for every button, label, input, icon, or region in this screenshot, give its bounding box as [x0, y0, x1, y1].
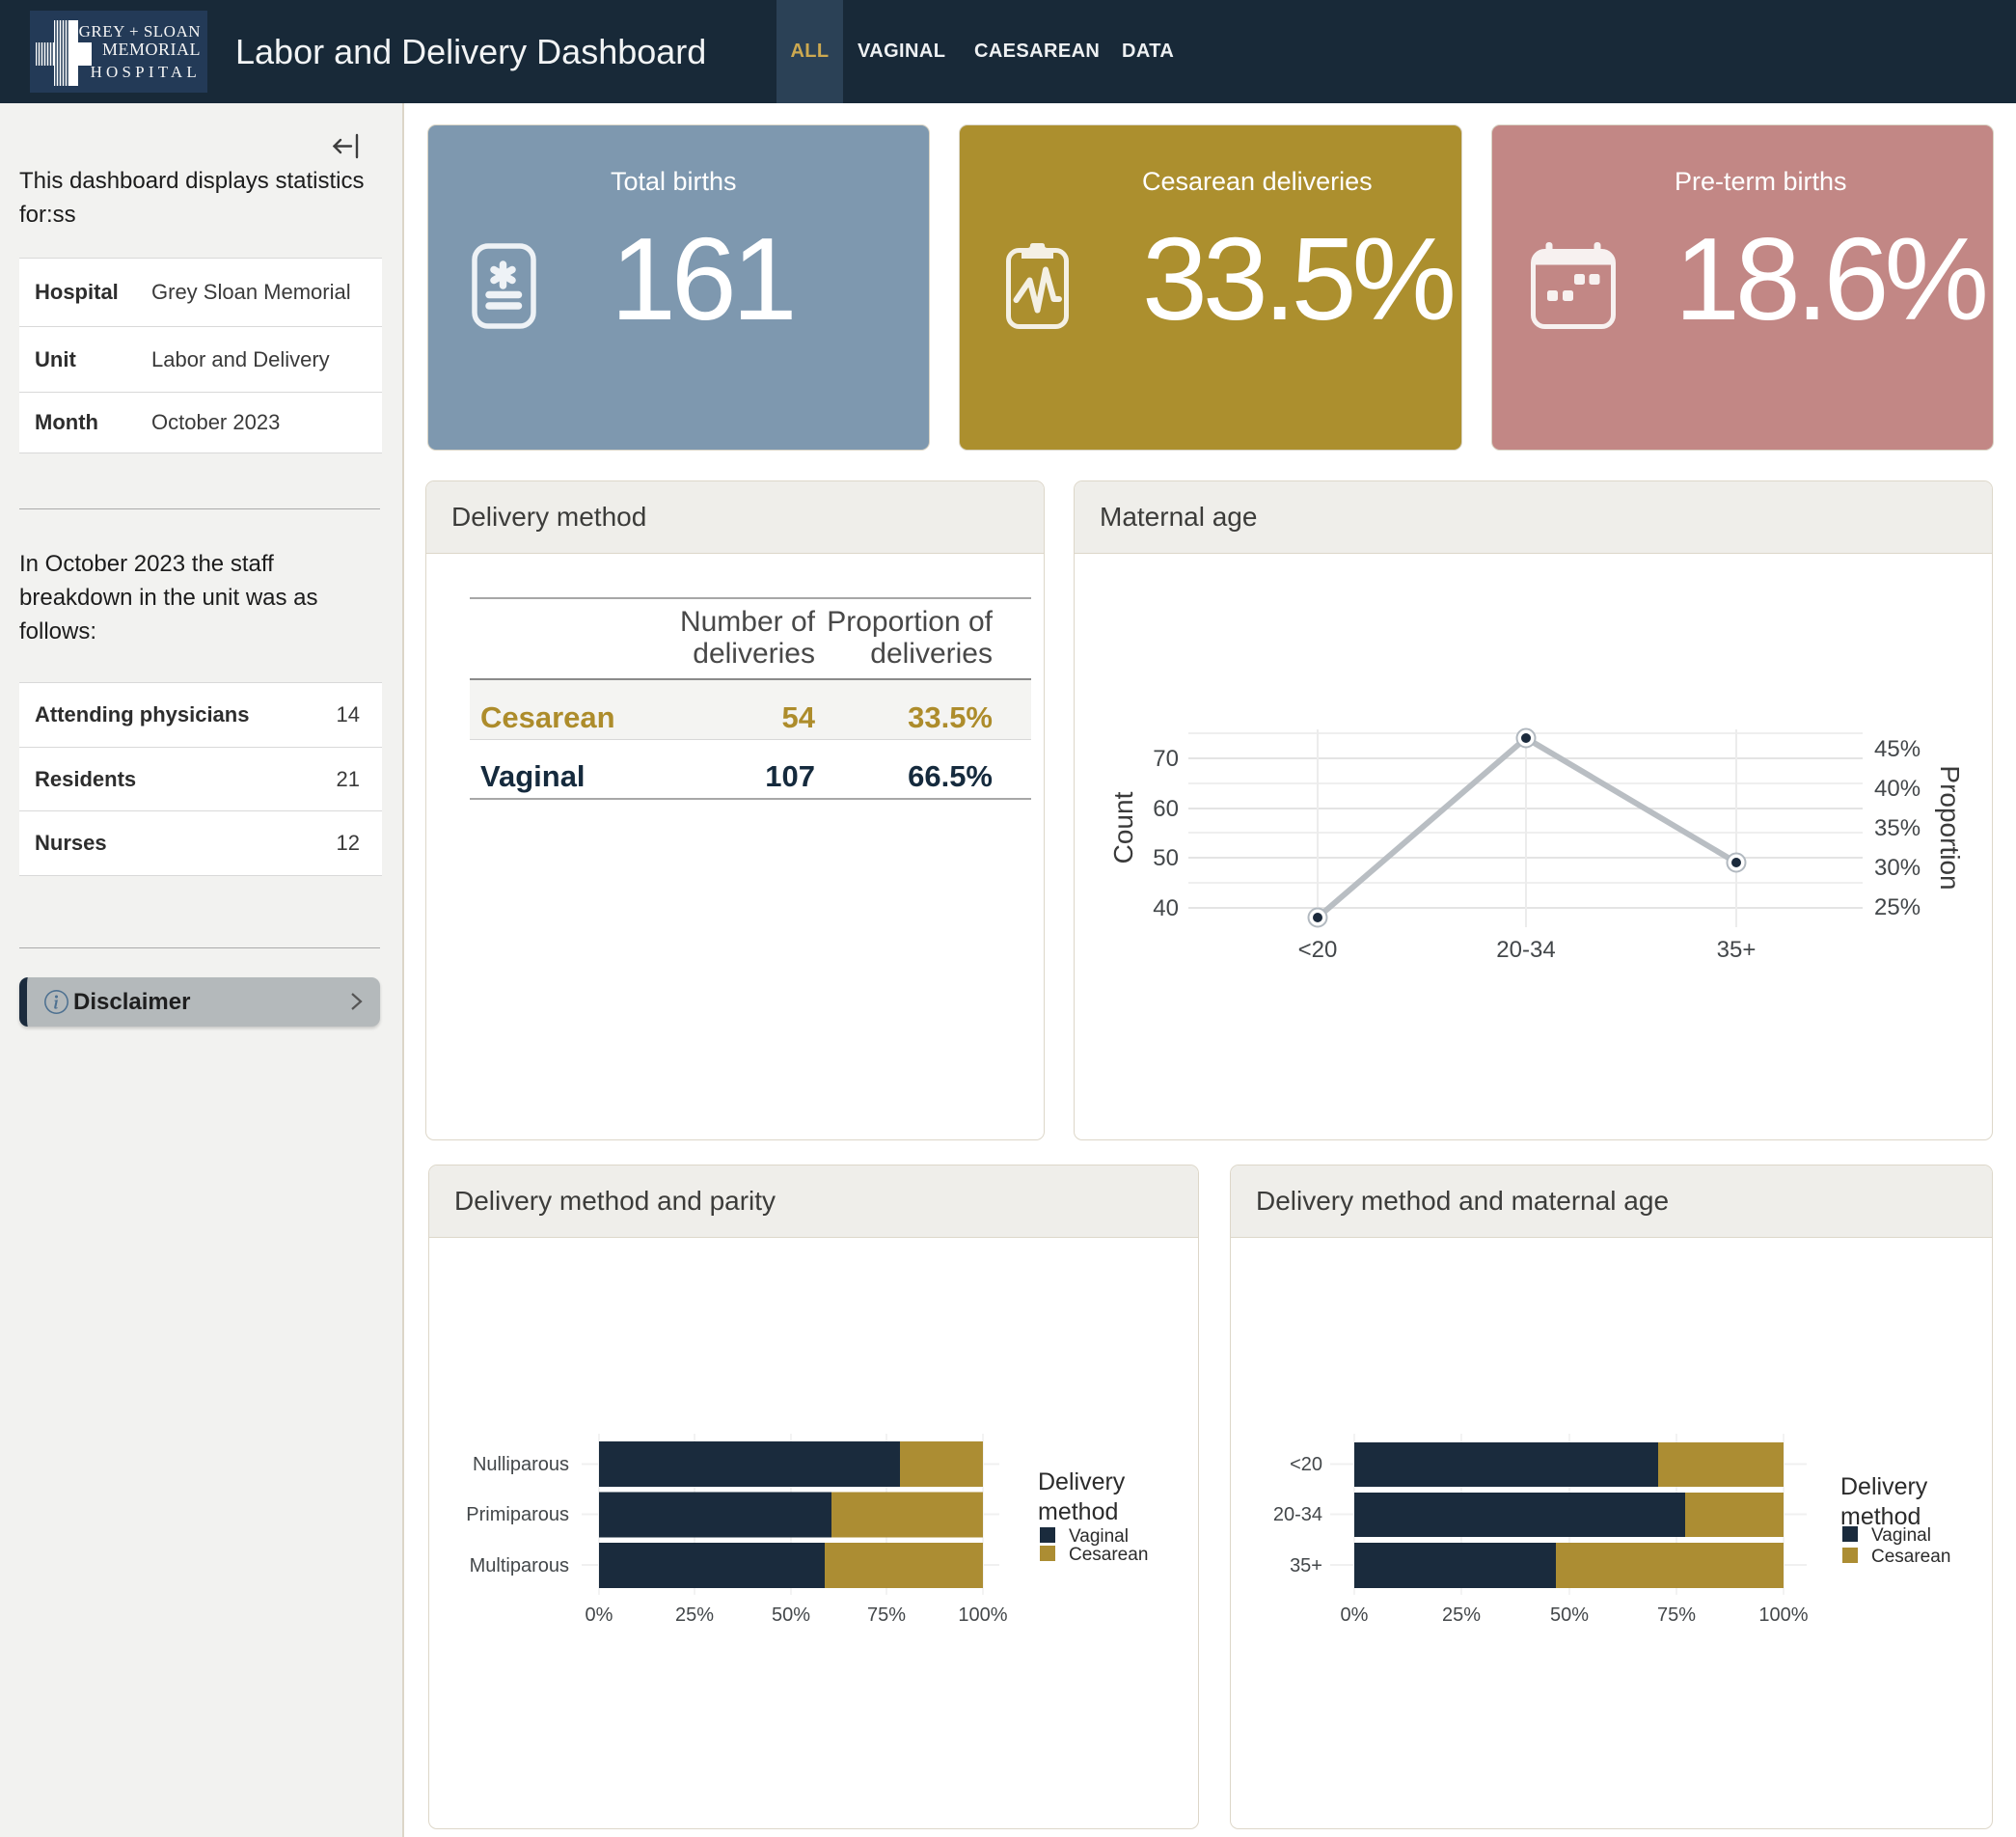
svg-text:40%: 40%	[1874, 776, 1921, 802]
svg-text:100%: 100%	[958, 1604, 1007, 1626]
svg-text:35%: 35%	[1874, 815, 1921, 841]
svg-text:100%: 100%	[1758, 1604, 1808, 1626]
svg-text:35+: 35+	[1717, 937, 1757, 963]
svg-text:75%: 75%	[1657, 1604, 1696, 1626]
svg-text:0%: 0%	[1341, 1604, 1369, 1626]
svg-text:20-34: 20-34	[1273, 1504, 1322, 1525]
svg-text:30%: 30%	[1874, 855, 1921, 881]
svg-text:75%: 75%	[867, 1604, 906, 1626]
svg-text:45%: 45%	[1874, 736, 1921, 762]
svg-text:GREY + SLOAN: GREY + SLOAN	[79, 22, 201, 41]
svg-text:method: method	[1038, 1498, 1118, 1525]
svg-text:50%: 50%	[772, 1604, 810, 1626]
svg-text:Count: Count	[1108, 791, 1138, 864]
svg-text:Delivery: Delivery	[1038, 1468, 1126, 1495]
svg-text:<20: <20	[1290, 1454, 1322, 1475]
svg-text:MEMORIAL: MEMORIAL	[102, 40, 201, 59]
svg-text:Primiparous: Primiparous	[466, 1504, 569, 1525]
svg-text:40: 40	[1153, 895, 1179, 921]
svg-text:25%: 25%	[1874, 894, 1921, 920]
svg-text:70: 70	[1153, 746, 1179, 772]
svg-text:HOSPITAL: HOSPITAL	[91, 63, 201, 81]
svg-text:25%: 25%	[675, 1604, 714, 1626]
svg-text:Vaginal: Vaginal	[1871, 1525, 1931, 1546]
svg-text:Proportion: Proportion	[1935, 765, 1965, 890]
svg-text:35+: 35+	[1290, 1555, 1322, 1577]
svg-text:Cesarean: Cesarean	[1069, 1545, 1148, 1565]
svg-text:Delivery: Delivery	[1840, 1473, 1928, 1500]
svg-text:Vaginal: Vaginal	[1069, 1526, 1129, 1547]
svg-text:25%: 25%	[1442, 1604, 1481, 1626]
svg-text:60: 60	[1153, 796, 1179, 822]
svg-text:Nulliparous: Nulliparous	[473, 1454, 569, 1475]
svg-text:Multiparous: Multiparous	[470, 1555, 569, 1577]
svg-text:0%: 0%	[586, 1604, 613, 1626]
svg-text:50%: 50%	[1550, 1604, 1589, 1626]
svg-text:50: 50	[1153, 845, 1179, 871]
svg-text:Cesarean: Cesarean	[1871, 1547, 1950, 1567]
svg-text:<20: <20	[1298, 937, 1338, 963]
svg-text:20-34: 20-34	[1496, 937, 1555, 963]
